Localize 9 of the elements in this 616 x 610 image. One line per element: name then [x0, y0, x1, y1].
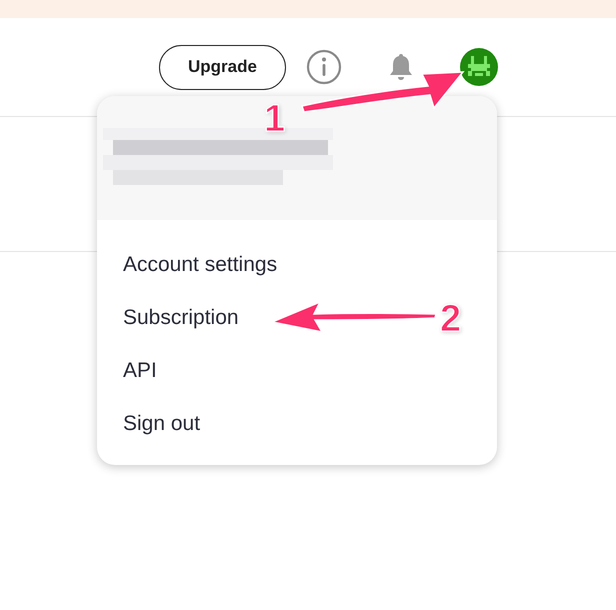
info-icon[interactable] — [306, 49, 342, 85]
avatar[interactable] — [460, 48, 498, 86]
menu-item[interactable]: Account settings — [123, 238, 278, 291]
menu-item[interactable]: Sign out — [123, 397, 200, 450]
bell-icon[interactable] — [387, 52, 415, 82]
upgrade-button[interactable]: Upgrade — [159, 44, 286, 90]
menu-item[interactable]: Subscription — [123, 291, 239, 344]
menu-item[interactable]: API — [123, 344, 157, 397]
annotation-number: 1 — [264, 100, 286, 138]
